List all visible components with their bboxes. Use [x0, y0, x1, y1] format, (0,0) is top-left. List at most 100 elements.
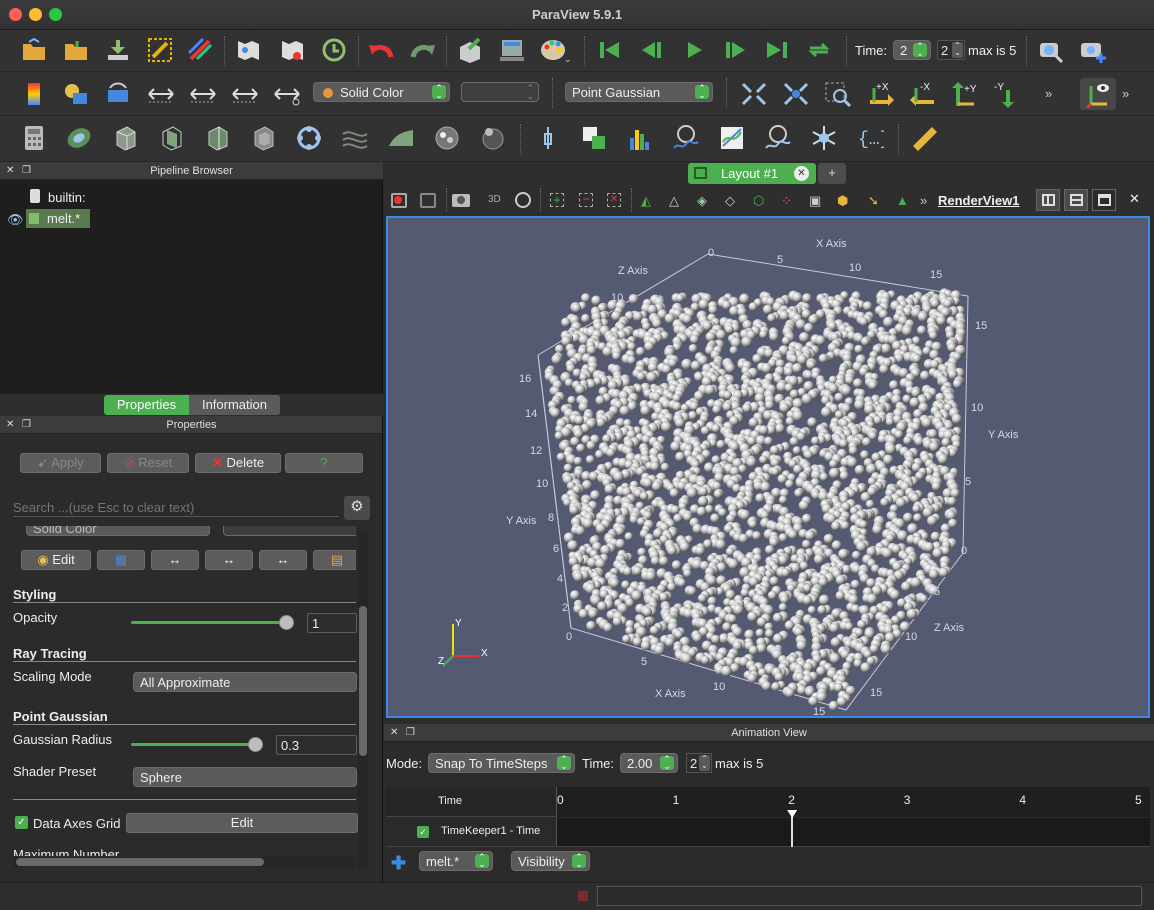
edit-color-map-button[interactable]: ◉ Edit	[21, 550, 91, 570]
time-value-spinbox[interactable]: 2 ⌃ ⌄	[937, 40, 965, 60]
threshold-icon[interactable]	[203, 124, 231, 152]
deselect-cells-icon[interactable]: −	[579, 193, 593, 207]
redo-icon[interactable]	[409, 36, 437, 64]
pipeline-item-melt[interactable]: melt.*	[26, 209, 90, 228]
close-panel-icon[interactable]: ✕	[6, 419, 14, 430]
toggle-3d-button[interactable]: 3D	[488, 194, 501, 205]
representation-combo[interactable]: Point Gaussian ⌃ ⌄	[565, 82, 713, 102]
rescale-custom-icon[interactable]	[188, 80, 216, 108]
undo-icon[interactable]	[367, 36, 395, 64]
edit-color-map-icon[interactable]	[62, 80, 90, 108]
render-view-name[interactable]: RenderView1	[938, 193, 1019, 208]
anim-index-spinbox[interactable]: 2 ⌃ ⌄	[686, 753, 712, 773]
current-time-marker[interactable]	[787, 810, 798, 847]
probe-line-icon[interactable]	[534, 124, 562, 152]
contour-icon[interactable]	[65, 124, 93, 152]
view-plus-y-icon[interactable]: +Y	[950, 80, 978, 108]
data-axes-grid-checkbox[interactable]: ✓	[15, 816, 28, 829]
histogram-icon[interactable]	[626, 124, 654, 152]
slice-icon[interactable]	[157, 124, 185, 152]
find-data-icon[interactable]	[456, 36, 484, 64]
toolbar-overflow-icon[interactable]: »	[1045, 86, 1052, 101]
toggle-selection-icon[interactable]: ✕	[607, 193, 621, 207]
interactive-select-icon[interactable]: ⬢	[837, 193, 848, 209]
track-source-combo[interactable]: melt.* ⌃ ⌄	[419, 851, 493, 871]
gear-icon[interactable]: ⚙	[344, 496, 370, 520]
play-mode-combo[interactable]: Snap To TimeSteps ⌃ ⌄	[428, 753, 575, 773]
reset-range-icon[interactable]	[104, 80, 132, 108]
autoapply-icon[interactable]	[320, 36, 348, 64]
next-frame-icon[interactable]	[721, 36, 749, 64]
disconnect-icon[interactable]	[186, 36, 214, 64]
help-button[interactable]: ?	[285, 453, 363, 473]
connect-icon[interactable]	[146, 36, 174, 64]
undock-panel-icon[interactable]: ❐	[22, 165, 31, 176]
gaussian-radius-handle[interactable]	[248, 737, 263, 752]
timekeeper-track-area[interactable]	[556, 818, 1150, 846]
rescale-data-range-button[interactable]: ↔	[151, 550, 199, 570]
apply-button[interactable]: ➹ Apply	[20, 453, 101, 473]
color-by-combo[interactable]: Solid Color ⌃ ⌄	[313, 82, 450, 102]
warp-by-vector-icon[interactable]	[387, 124, 415, 152]
glyph-icon[interactable]	[295, 124, 323, 152]
tab-properties[interactable]: Properties	[104, 395, 189, 415]
select-polygon-cells-icon[interactable]: ⬡	[753, 193, 764, 209]
track-property-combo[interactable]: Visibility ⌃ ⌄	[511, 851, 590, 871]
manage-plugins-icon[interactable]	[234, 36, 262, 64]
gaussian-radius-slider[interactable]	[131, 743, 256, 746]
view-plus-x-icon[interactable]: +X	[866, 80, 894, 108]
split-horizontal-icon[interactable]	[1036, 189, 1060, 211]
select-polygon-points-icon[interactable]: ⁘	[781, 193, 792, 209]
reset-camera-icon[interactable]	[740, 80, 768, 108]
python-calculator-icon[interactable]: {…}	[856, 124, 884, 152]
add-track-icon[interactable]: ✚	[391, 853, 406, 874]
time-index-combo[interactable]: 2 ⌃ ⌄	[893, 40, 931, 60]
properties-scrollbar[interactable]	[358, 531, 368, 869]
plot-over-time-icon[interactable]	[672, 124, 700, 152]
hidden-component-combo[interactable]	[223, 526, 356, 536]
hover-cells-icon[interactable]: ▲	[896, 193, 909, 208]
extract-level-icon[interactable]	[479, 124, 507, 152]
gaussian-radius-field[interactable]: 0.3	[276, 735, 357, 755]
color-legend-icon[interactable]	[20, 80, 48, 108]
scaling-mode-combo[interactable]: All Approximate	[133, 672, 357, 692]
rescale-visible-icon[interactable]	[230, 80, 258, 108]
undock-panel-icon[interactable]: ❐	[22, 419, 31, 430]
opacity-slider[interactable]	[131, 621, 286, 624]
loop-icon[interactable]	[805, 36, 833, 64]
extract-subset-icon[interactable]	[249, 124, 277, 152]
split-vertical-icon[interactable]	[1064, 189, 1088, 211]
close-panel-icon[interactable]: ✕	[390, 727, 398, 738]
zoom-closest-icon[interactable]	[782, 80, 810, 108]
close-layout-icon[interactable]: ✕	[794, 166, 809, 181]
rescale-range-icon[interactable]	[146, 80, 174, 108]
properties-hscrollbar[interactable]	[13, 857, 355, 867]
view-toolbar-overflow-icon[interactable]: »	[920, 193, 927, 208]
reset-button[interactable]: ⊘ Reset	[107, 453, 189, 473]
previous-frame-icon[interactable]	[638, 36, 666, 64]
close-view-icon[interactable]: ✕	[1129, 191, 1140, 207]
select-frustum-points-icon[interactable]: ◇	[725, 193, 735, 209]
view-minus-x-icon[interactable]: -X	[908, 80, 936, 108]
shader-preset-combo[interactable]: Sphere	[133, 767, 357, 787]
select-cells-icon[interactable]: +	[550, 193, 564, 207]
maximize-view-icon[interactable]	[1092, 189, 1116, 211]
delete-button[interactable]: ✕ Delete	[195, 453, 281, 473]
open-file-icon[interactable]	[20, 36, 48, 64]
plot-selection-icon[interactable]	[580, 124, 608, 152]
screenshot-icon[interactable]	[1079, 36, 1107, 64]
select-frustum-cells-icon[interactable]: ◈	[697, 193, 707, 209]
spreadsheet-icon[interactable]	[498, 36, 526, 64]
capture-view-icon[interactable]	[391, 193, 407, 208]
select-blocks-icon[interactable]: ▣	[809, 193, 821, 209]
magnify-icon[interactable]	[515, 192, 531, 208]
calculator-icon[interactable]	[20, 124, 48, 152]
ruler-icon[interactable]	[910, 124, 938, 152]
time-ruler[interactable]: 0 1 2 3 4 5	[556, 787, 1150, 817]
stream-tracer-icon[interactable]	[341, 124, 369, 152]
save-state-icon[interactable]	[278, 36, 306, 64]
rescale-custom-range-button[interactable]: ↔	[205, 550, 253, 570]
opacity-slider-handle[interactable]	[279, 615, 294, 630]
restore-view-icon[interactable]	[420, 193, 436, 208]
tab-information[interactable]: Information	[189, 395, 280, 415]
